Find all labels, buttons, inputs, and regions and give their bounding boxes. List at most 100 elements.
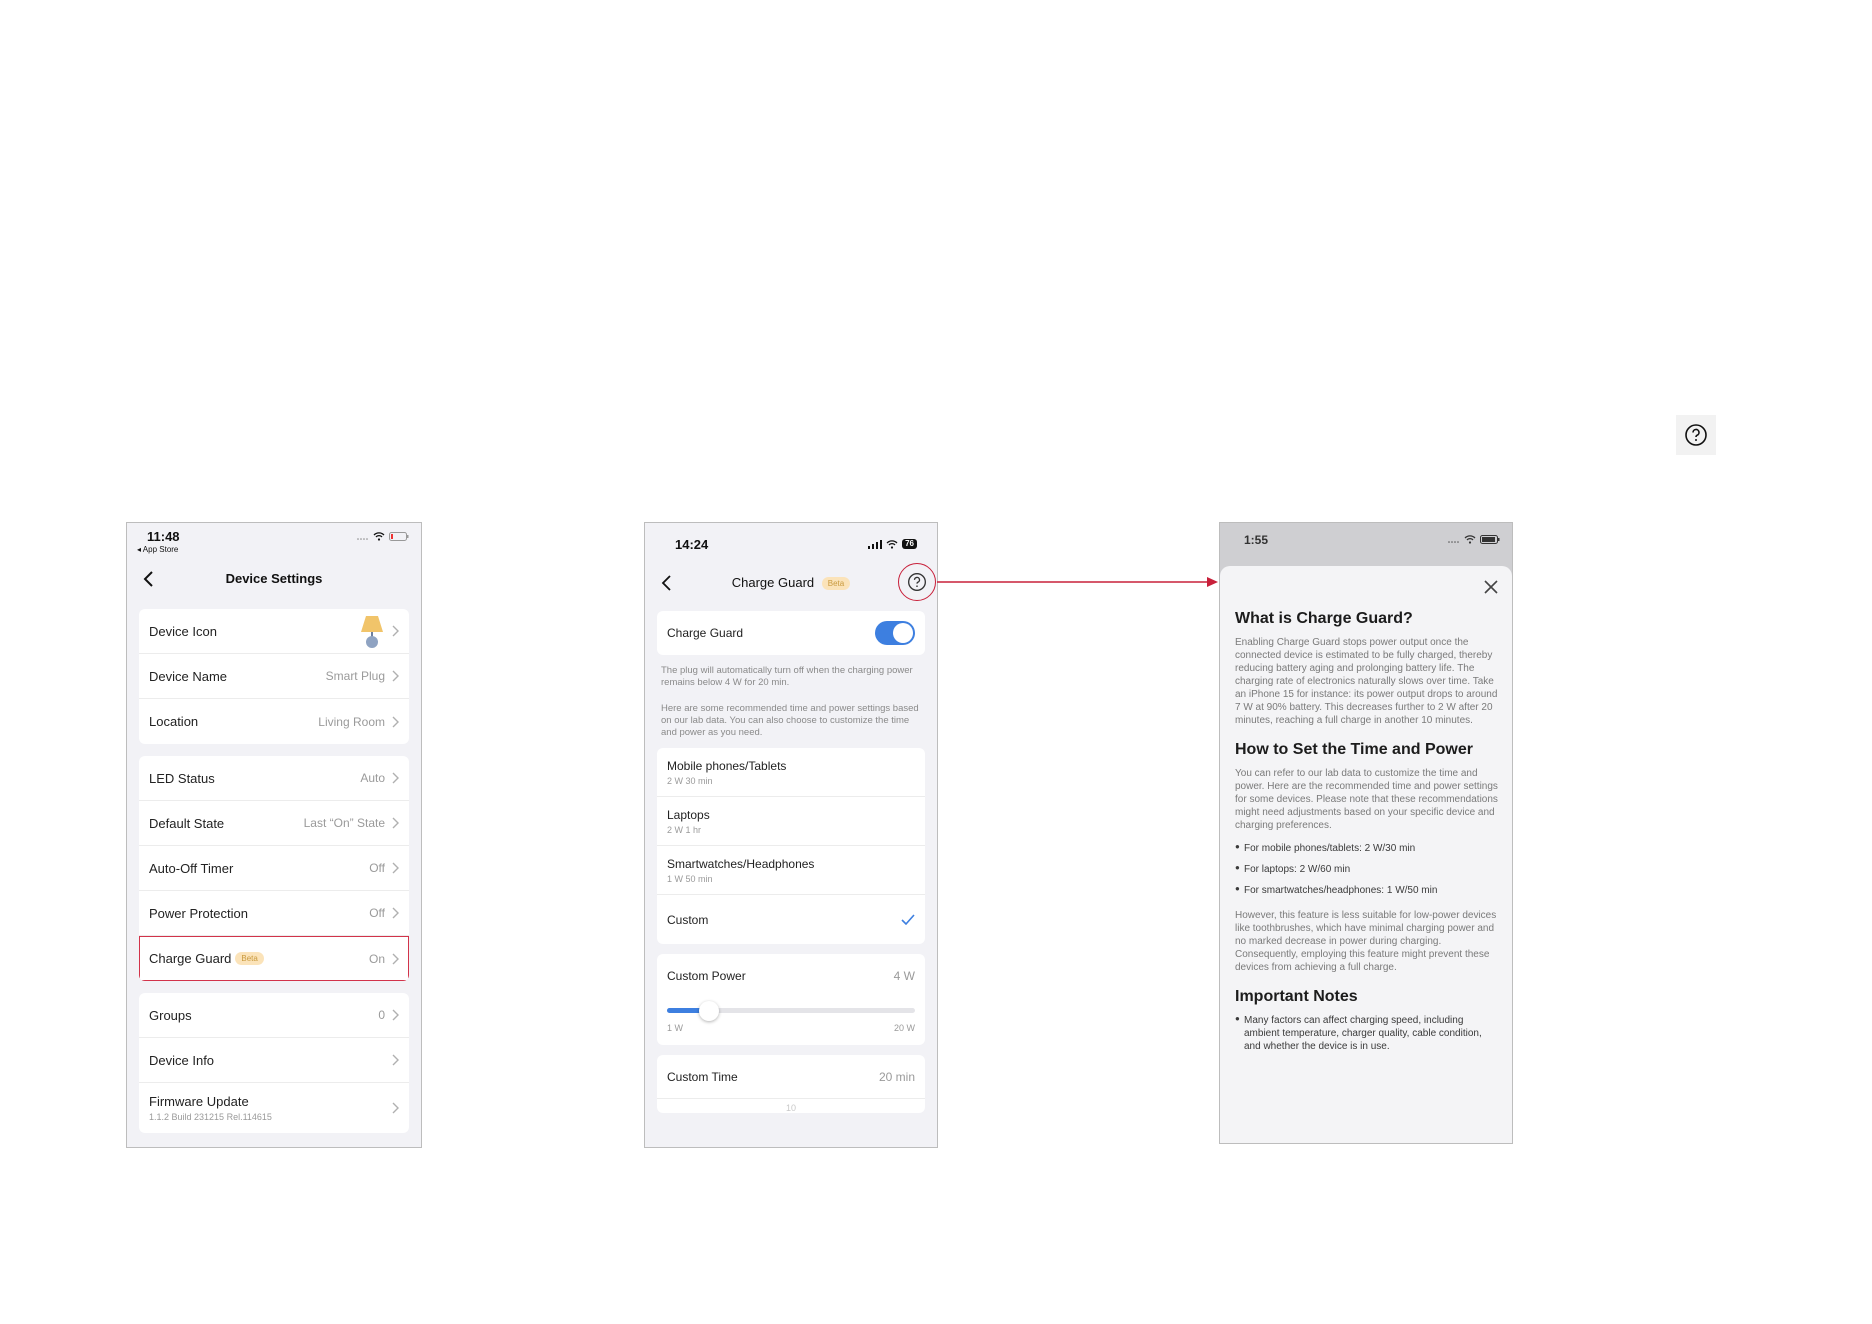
chevron-right-icon: [392, 817, 399, 829]
option-smartwatches[interactable]: Smartwatches/Headphones 1 W 50 min: [657, 846, 925, 896]
row-auto-off-timer[interactable]: Auto-Off Timer Off: [139, 846, 409, 891]
slider-max-label: 20 W: [893, 1023, 915, 1034]
chevron-right-icon: [392, 716, 399, 727]
device-settings-screen: 11:48 ◂ App Store Device Settings Device…: [126, 522, 422, 1148]
row-device-info[interactable]: Device Info: [139, 1038, 409, 1083]
option-mobile-phones[interactable]: Mobile phones/Tablets 2 W 30 min: [657, 748, 925, 798]
wifi-icon: [886, 539, 898, 549]
row-label: Device Info: [149, 1052, 215, 1068]
row-label: Charge Guard: [149, 951, 232, 966]
option-laptops[interactable]: Laptops 2 W 1 hr: [657, 797, 925, 847]
close-icon[interactable]: [1482, 578, 1500, 596]
row-location[interactable]: Location Living Room: [139, 699, 409, 744]
firmware-version: 1.1.2 Build 231215 Rel.114615: [149, 1112, 272, 1122]
lamp-icon: [361, 616, 383, 648]
row-groups[interactable]: Groups 0: [139, 993, 409, 1038]
slider-min-label: 1 W: [667, 1023, 684, 1034]
row-led-status[interactable]: LED Status Auto: [139, 756, 409, 801]
charge-guard-help-sheet: 1:55 What is Charge Guard? Enabling Char…: [1219, 522, 1513, 1144]
signal-icon: [868, 539, 883, 549]
charge-guard-description: The plug will automatically turn off whe…: [661, 665, 913, 688]
charge-guard-switch[interactable]: [875, 621, 915, 645]
row-charge-guard-toggle: Charge Guard: [657, 611, 925, 655]
help-button[interactable]: [1676, 415, 1716, 455]
chevron-right-icon: [392, 625, 399, 637]
custom-power-card: Custom Power 4 W 1 W 20 W: [657, 954, 925, 1046]
chevron-right-icon: [392, 1009, 399, 1021]
time-picker-peek[interactable]: 10: [657, 1099, 925, 1113]
chevron-right-icon: [392, 953, 399, 964]
power-slider[interactable]: 1 W 20 W: [657, 1001, 925, 1045]
row-power-protection[interactable]: Power Protection Off: [139, 891, 409, 936]
chevron-right-icon: [392, 670, 399, 682]
canvas: 11:48 ◂ App Store Device Settings Device…: [0, 0, 1872, 1324]
option-custom[interactable]: Custom: [657, 895, 925, 944]
status-time: 1:55: [1244, 533, 1269, 547]
row-value: Auto: [360, 771, 385, 785]
row-label: Custom Power: [667, 969, 746, 984]
row-firmware-update[interactable]: Firmware Update 1.1.2 Build 231215 Rel.1…: [139, 1083, 409, 1133]
row-label: Charge Guard: [667, 626, 744, 640]
settings-group-basic: Device Icon Device Name Smart Plug Locat…: [139, 609, 409, 744]
list-item: For laptops: 2 W/60 min: [1235, 863, 1498, 876]
row-value: 0: [378, 1008, 385, 1022]
battery-icon: [389, 532, 409, 541]
slider-track[interactable]: [667, 1001, 915, 1022]
battery-icon: [1480, 535, 1500, 544]
row-device-icon[interactable]: Device Icon: [139, 609, 409, 654]
status-bar: 11:48 ◂ App Store: [127, 523, 421, 559]
row-value: 20 min: [878, 1069, 915, 1084]
option-label: Smartwatches/Headphones: [667, 856, 815, 871]
chevron-right-icon: [392, 862, 399, 874]
row-label: Device Name: [149, 668, 228, 684]
beta-badge: Beta: [235, 952, 264, 965]
option-detail: 1 W 50 min: [667, 873, 713, 884]
row-charge-guard[interactable]: Charge Guard Beta On: [139, 936, 409, 981]
option-label: Mobile phones/Tablets: [667, 758, 787, 773]
chevron-right-icon: [392, 1102, 399, 1114]
row-label: LED Status: [149, 770, 215, 786]
row-device-name[interactable]: Device Name Smart Plug: [139, 654, 409, 699]
help-icon[interactable]: [907, 572, 927, 592]
row-label: Location: [149, 714, 199, 729]
row-label: Power Protection: [149, 905, 248, 921]
paragraph-how-to-set: You can refer to our lab data to customi…: [1235, 768, 1498, 831]
checkmark-icon: [901, 914, 915, 926]
custom-time-card: Custom Time 20 min 10: [657, 1055, 925, 1114]
status-time: 11:48: [147, 529, 180, 544]
option-detail: 2 W 30 min: [667, 775, 713, 786]
paragraph-limitations: However, this feature is less suitable f…: [1235, 910, 1497, 973]
row-value: Off: [369, 906, 385, 920]
nav-bar: Charge Guard Beta: [645, 563, 937, 603]
row-label: Device Icon: [149, 623, 217, 639]
nav-bar: Device Settings: [127, 559, 421, 599]
row-label: Default State: [149, 815, 225, 831]
settings-group-behavior: LED Status Auto Default State Last “On” …: [139, 756, 409, 981]
heading-important-notes: Important Notes: [1235, 988, 1358, 1005]
status-bar: 14:24 76: [645, 523, 937, 559]
row-value: Off: [369, 861, 385, 875]
row-value: Living Room: [318, 714, 385, 729]
option-label: Laptops: [667, 807, 710, 822]
heading-how-to-set: How to Set the Time and Power: [1235, 741, 1473, 758]
back-to-app-store[interactable]: ◂ App Store: [137, 545, 178, 554]
option-detail: 2 W 1 hr: [667, 824, 702, 835]
row-value: Last “On” State: [303, 816, 385, 830]
paragraph-what-is: Enabling Charge Guard stops power output…: [1235, 637, 1498, 726]
chevron-right-icon: [392, 772, 399, 784]
row-label: Firmware Update: [149, 1094, 249, 1109]
wifi-icon: [373, 532, 385, 541]
signal-icon: [357, 537, 368, 540]
slider-thumb[interactable]: [699, 1001, 720, 1022]
page-title: Charge Guard Beta: [645, 575, 937, 591]
page-title-text: Charge Guard: [731, 575, 815, 590]
help-sheet: What is Charge Guard? Enabling Charge Gu…: [1220, 566, 1512, 1143]
recommendation-list: For mobile phones/tablets: 2 W/30 min Fo…: [1235, 842, 1498, 897]
settings-group-info: Groups 0 Device Info Firmware Update 1.1…: [139, 993, 409, 1133]
signal-icon: [1448, 540, 1459, 543]
charge-guard-toggle-card: Charge Guard: [657, 611, 925, 655]
status-time: 14:24: [675, 537, 709, 552]
status-bar: 1:55: [1220, 523, 1512, 559]
row-default-state[interactable]: Default State Last “On” State: [139, 801, 409, 846]
row-label: Auto-Off Timer: [149, 860, 234, 876]
